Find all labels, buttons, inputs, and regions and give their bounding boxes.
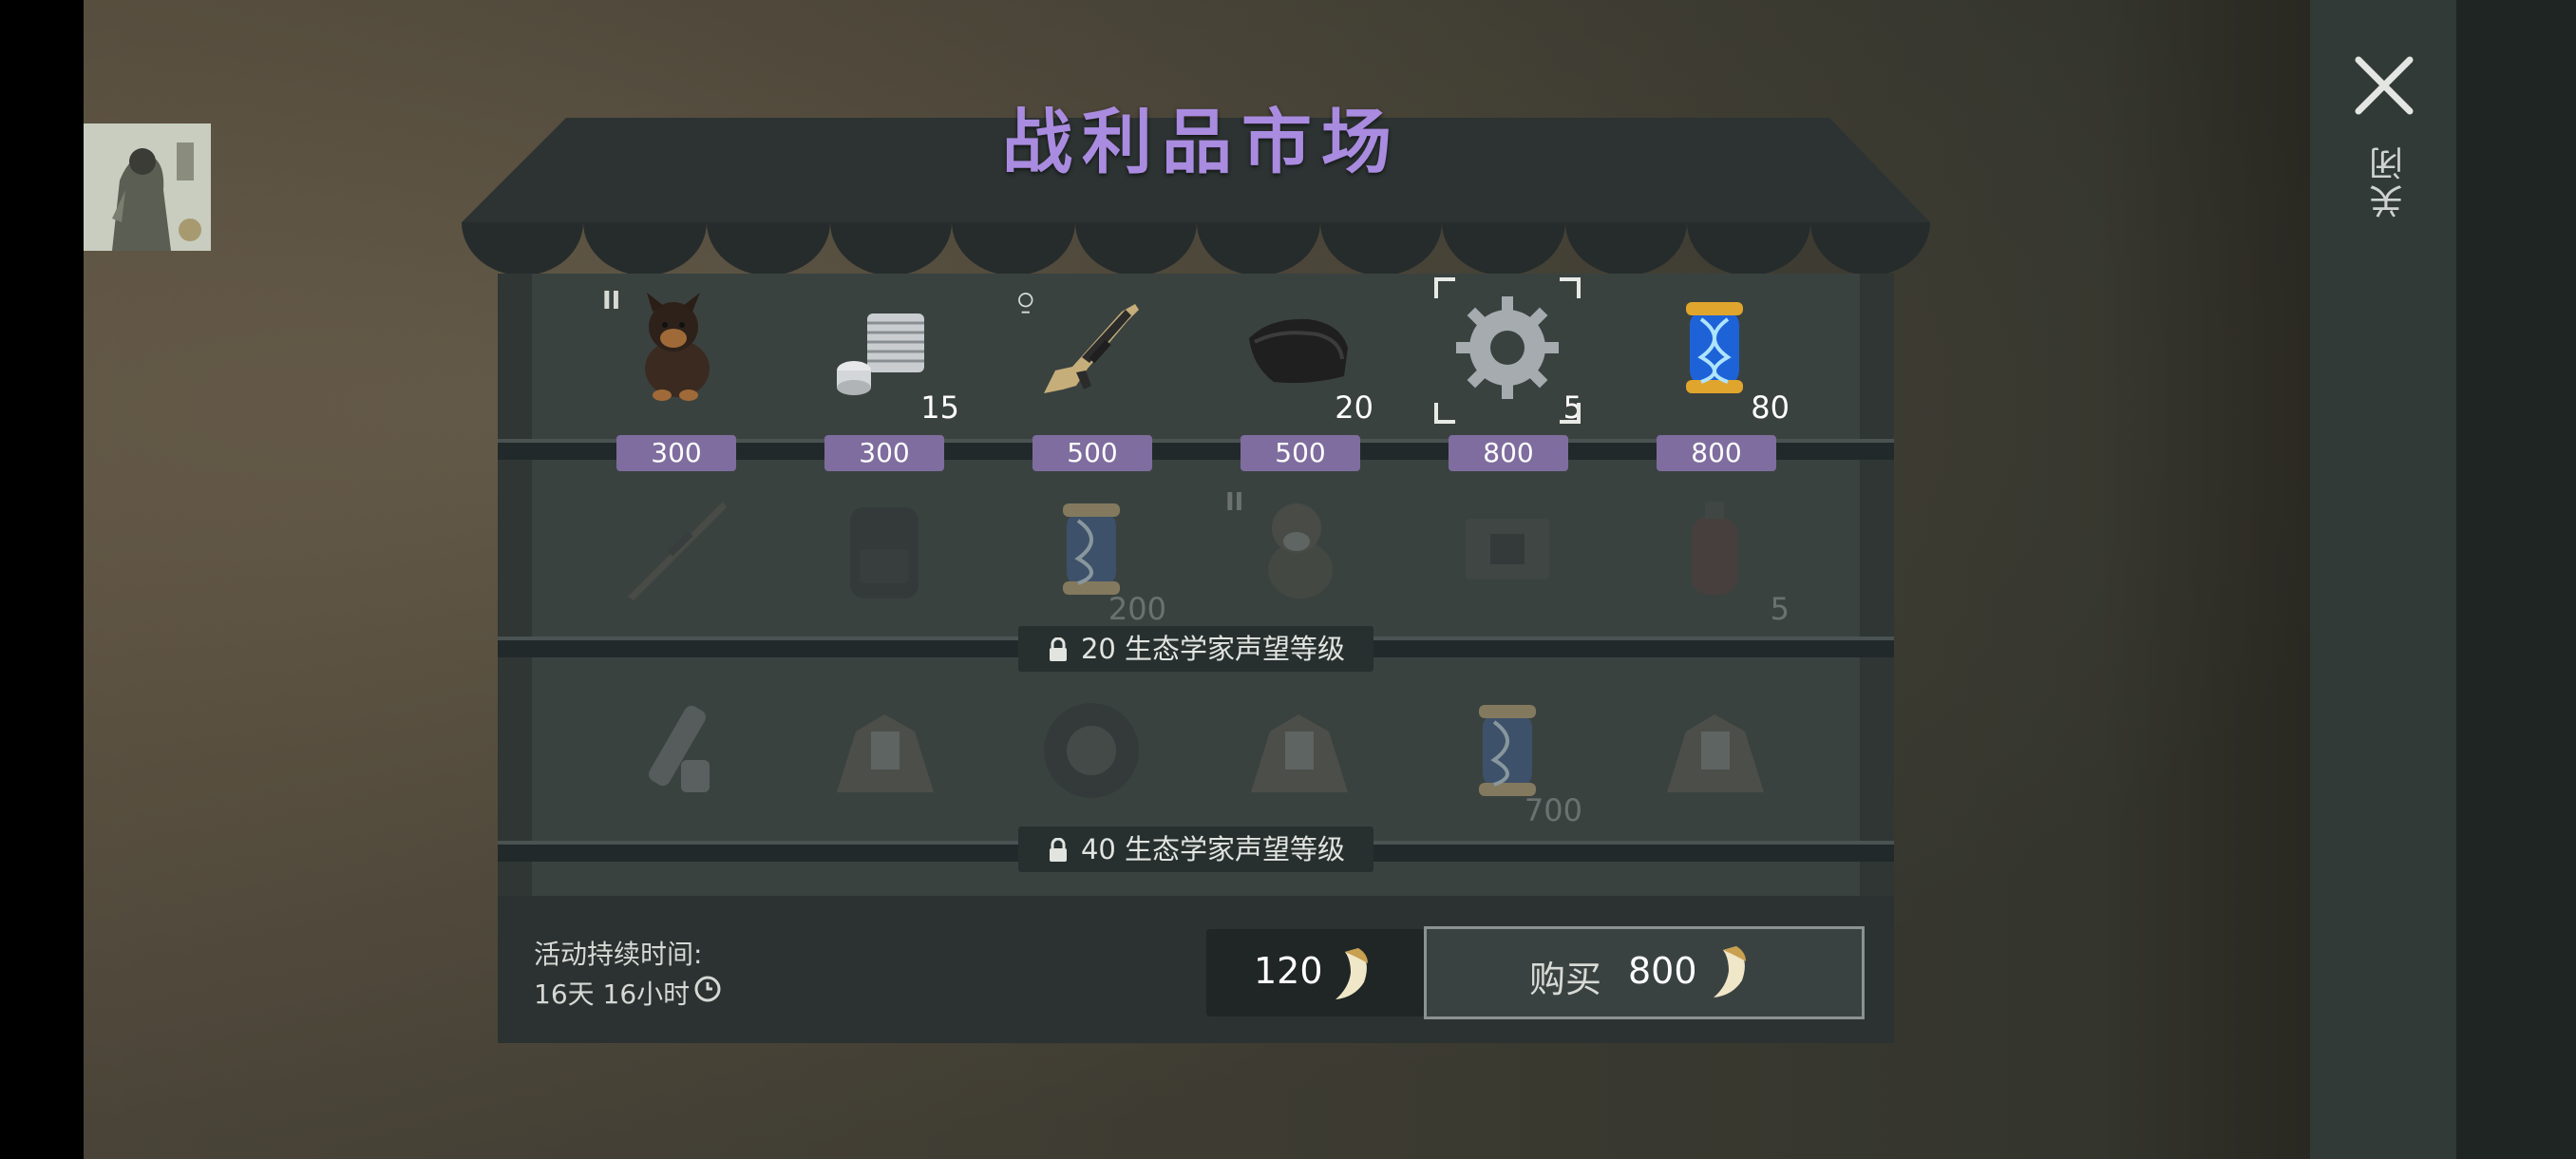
- event-duration-label: 活动持续时间:: [534, 939, 703, 970]
- price-tag[interactable]: 500: [1241, 435, 1360, 471]
- event-duration-value: 16天 16小时: [534, 978, 691, 1010]
- shop-footer: 活动持续时间: 16天 16小时 120 购买 800: [498, 896, 1894, 1043]
- shop-item-leather[interactable]: 20: [1218, 283, 1379, 426]
- item-quantity: 5: [1770, 591, 1790, 627]
- item-quantity: 80: [1751, 390, 1790, 426]
- lock-requirement-text: 40 生态学家声望等级: [1080, 833, 1346, 865]
- price-tag[interactable]: 500: [1032, 435, 1152, 471]
- locked-item-dog: II: [1218, 484, 1379, 627]
- locked-item-rocket-launcher: [595, 686, 756, 828]
- buy-price: 800: [1628, 950, 1697, 992]
- item-quantity: 20: [1335, 390, 1373, 426]
- dna-capsule-icon: [1686, 302, 1743, 393]
- item-quantity: 700: [1524, 792, 1582, 828]
- price-tag[interactable]: 800: [1449, 435, 1568, 471]
- dna-capsule-icon: [1479, 705, 1536, 796]
- currency-balance: 120: [1206, 929, 1425, 1016]
- balance-value: 120: [1254, 950, 1323, 992]
- clock-icon: [694, 976, 721, 1002]
- dog-icon: [645, 293, 710, 401]
- side-panel-edge: [2456, 0, 2576, 1159]
- gas-canister-icon: [1692, 502, 1737, 595]
- lock-icon: [1047, 830, 1070, 876]
- circuit-board-icon: [1466, 519, 1549, 580]
- item-quantity: 15: [920, 390, 959, 426]
- locked-item-dna: 200: [1011, 484, 1172, 627]
- tire-icon: [1044, 703, 1139, 798]
- lock-requirement-banner: 40 生态学家声望等级: [1018, 826, 1373, 872]
- locked-item-dna: 700: [1427, 686, 1588, 828]
- fang-currency-icon: [1335, 948, 1368, 999]
- shop-item-dna[interactable]: 80: [1634, 283, 1795, 426]
- locked-item-gas-canister: 5: [1634, 484, 1795, 627]
- dna-capsule-icon: [1063, 504, 1120, 595]
- item-quantity: 200: [1108, 591, 1166, 627]
- shop-item-rifle[interactable]: ⍜: [1011, 283, 1172, 426]
- player-avatar[interactable]: [84, 124, 211, 251]
- fang-currency-icon: [1714, 946, 1746, 998]
- scrap-pile-icon: [837, 714, 934, 792]
- shop-item-cylinder[interactable]: 15: [804, 283, 965, 426]
- leather-icon: [1249, 318, 1348, 384]
- price-tag[interactable]: 300: [616, 435, 736, 471]
- backpack-icon: [850, 507, 919, 598]
- price-tag[interactable]: 800: [1657, 435, 1776, 471]
- shop-title: 战利品市场: [1002, 102, 1401, 183]
- weapon-class-icon: ⍜: [1018, 287, 1033, 315]
- scrap-pile-icon: [1251, 714, 1348, 792]
- close-button[interactable]: [2351, 52, 2417, 119]
- buy-button[interactable]: 购买 800: [1424, 926, 1865, 1019]
- sniper-rifle-icon: [628, 502, 727, 600]
- scrap-pile-icon: [1667, 714, 1764, 792]
- locked-item-scrap: [1634, 686, 1795, 828]
- shop-item-dog[interactable]: II: [595, 283, 756, 426]
- rocket-launcher-icon: [649, 705, 710, 792]
- lock-icon: [1047, 630, 1070, 675]
- buy-label: 购买: [1529, 959, 1602, 1000]
- engine-cylinder-icon: [837, 314, 924, 395]
- locked-item-tire: [1011, 686, 1172, 828]
- close-icon: [2355, 56, 2414, 115]
- locked-item-scrap: [1218, 686, 1379, 828]
- price-tag[interactable]: 300: [824, 435, 944, 471]
- selected-item-frame: [1434, 277, 1581, 424]
- close-label[interactable]: 关闭: [2365, 142, 2409, 218]
- locked-item-scrap: [804, 686, 965, 828]
- lock-requirement-text: 20 生态学家声望等级: [1080, 633, 1346, 665]
- locked-item-circuit-board: [1427, 484, 1588, 627]
- lock-requirement-banner: 20 生态学家声望等级: [1018, 626, 1373, 672]
- locked-item-sniper-rifle: [595, 484, 756, 627]
- rifle-icon: [1044, 304, 1139, 393]
- locked-item-backpack: [804, 484, 965, 627]
- dog-icon: [1268, 504, 1333, 598]
